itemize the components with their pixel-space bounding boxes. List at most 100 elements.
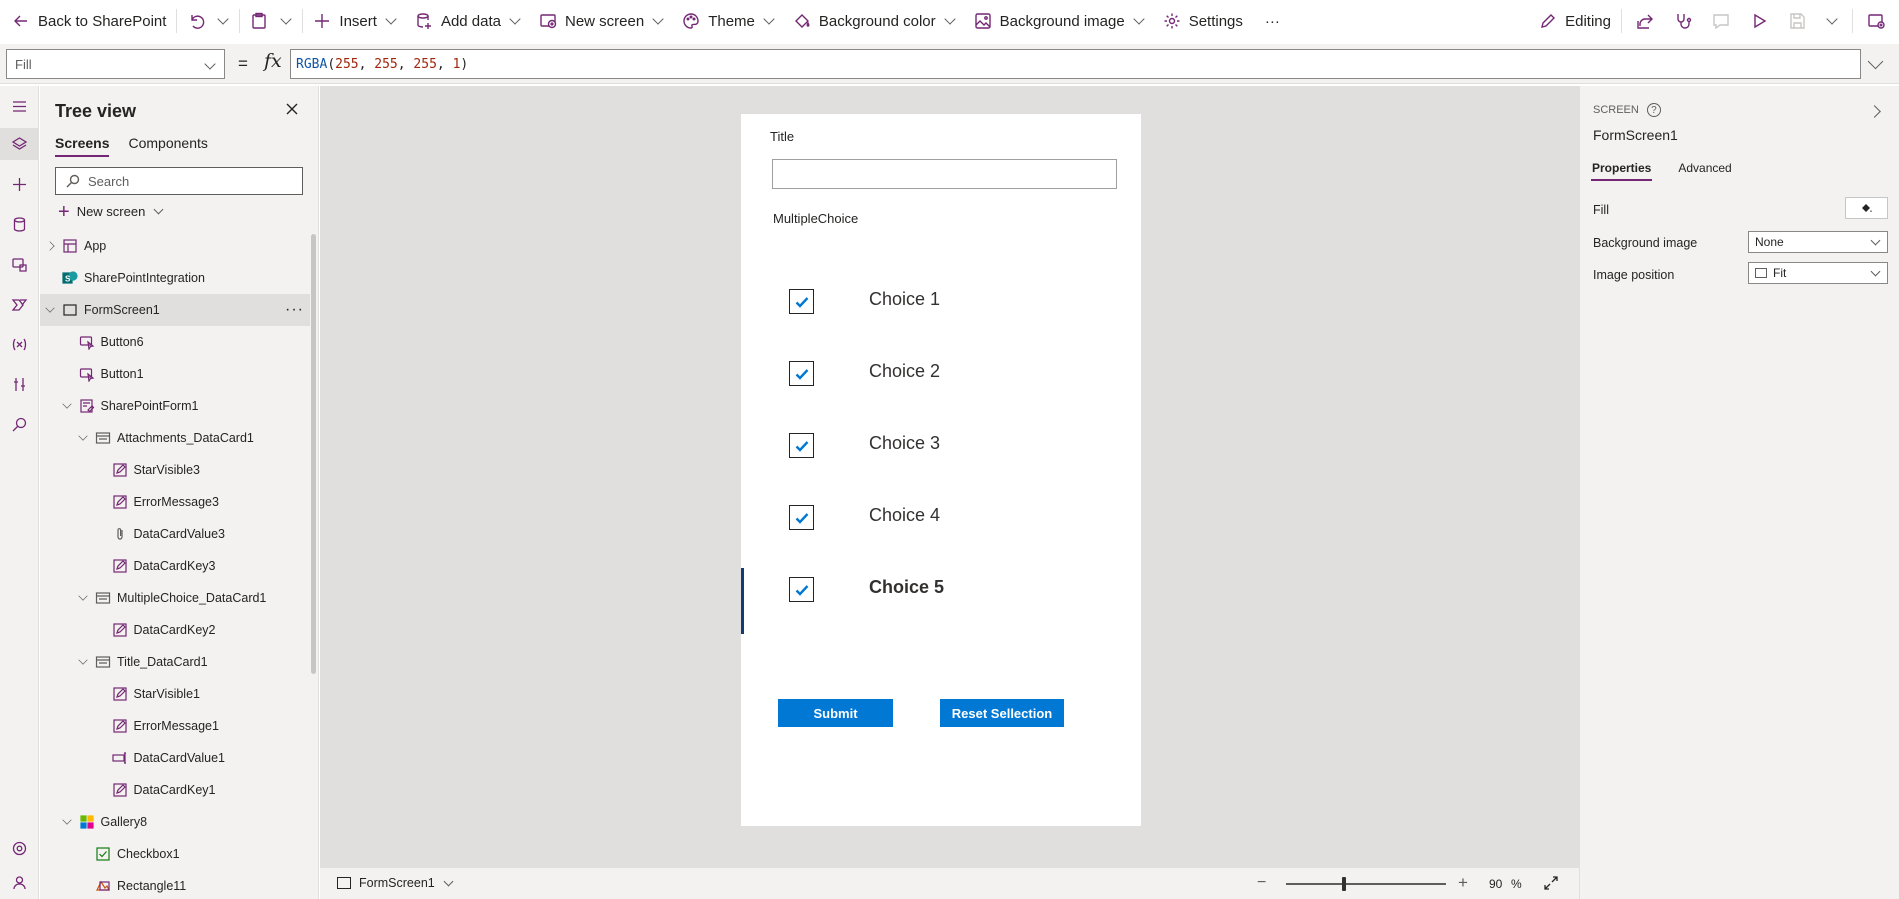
new-screen-menu[interactable]: New screen [533, 0, 676, 42]
search-rail-button[interactable] [0, 408, 39, 440]
collapse-pane-icon[interactable] [1868, 105, 1881, 118]
tab-properties[interactable]: Properties [1591, 161, 1653, 181]
tab-screens[interactable]: Screens [55, 135, 110, 157]
more-commands-button[interactable]: ··· [1259, 0, 1286, 42]
tree-view-button[interactable] [0, 128, 39, 160]
tree-node[interactable]: MultipleChoice_DataCard1 [40, 582, 310, 614]
settings-rail-button[interactable] [0, 832, 39, 864]
comments-button[interactable] [1702, 0, 1740, 42]
virtual-agent-rail-button[interactable] [0, 866, 39, 898]
tree-scrollbar[interactable] [311, 234, 316, 674]
zoom-out-button[interactable]: − [1257, 874, 1266, 892]
chevron-down-icon[interactable] [78, 655, 88, 665]
insert-menu[interactable]: Insert [307, 0, 409, 42]
tree-node[interactable]: Button1 [40, 358, 310, 390]
tree-node[interactable]: DataCardValue1 [40, 742, 310, 774]
choice-checkbox[interactable] [789, 577, 814, 602]
submit-button[interactable]: Submit [778, 699, 893, 727]
advanced-tools-rail-button[interactable] [0, 368, 39, 400]
chevron-down-icon[interactable] [61, 399, 72, 409]
zoom-slider[interactable] [1286, 877, 1446, 891]
editing-mode-button[interactable]: Editing [1533, 0, 1617, 42]
undo-dropdown-button[interactable] [211, 0, 235, 42]
tree-node[interactable]: ErrorMessage1 [40, 710, 310, 742]
expand-formula-icon[interactable] [1867, 53, 1884, 70]
zoom-slider-thumb[interactable] [1342, 877, 1346, 891]
selection-indicator [741, 568, 744, 634]
tree-node[interactable]: Rectangle11 [40, 870, 310, 899]
zoom-in-button[interactable]: + [1458, 873, 1468, 893]
tree-node[interactable]: DataCardKey3 [40, 550, 310, 582]
tree-new-screen-button[interactable]: + New screen [58, 202, 164, 222]
preview-button[interactable] [1740, 0, 1778, 42]
fill-color-picker[interactable] [1845, 197, 1888, 219]
choice-item[interactable]: Choice 1 [741, 272, 1141, 332]
property-dropdown[interactable]: Fill [6, 49, 225, 79]
tree-node[interactable]: Attachments_DataCard1 [40, 422, 310, 454]
tree-node[interactable]: DataCardKey2 [40, 614, 310, 646]
tree-node[interactable]: Title_DataCard1 [40, 646, 310, 678]
tree-node[interactable]: Checkbox1 [40, 838, 310, 870]
tree-node[interactable]: DataCardKey1 [40, 774, 310, 806]
chevron-right-icon[interactable] [45, 241, 55, 251]
tree-node[interactable]: SharePointForm1 [40, 390, 310, 422]
tab-advanced[interactable]: Advanced [1677, 161, 1732, 181]
tree-node[interactable]: Button6 [40, 326, 310, 358]
add-data-menu[interactable]: Add data [409, 0, 533, 42]
fit-to-window-icon[interactable] [1543, 875, 1559, 891]
save-dropdown-button[interactable] [1816, 0, 1848, 42]
paste-button[interactable] [244, 0, 274, 42]
datacard-icon [95, 430, 111, 446]
share-button[interactable] [1626, 0, 1664, 42]
choice-checkbox[interactable] [789, 361, 814, 386]
insert-rail-button[interactable] [0, 168, 39, 200]
app-checker-button[interactable] [1664, 0, 1702, 42]
choice-checkbox[interactable] [789, 289, 814, 314]
chevron-down-icon[interactable] [61, 815, 72, 825]
theme-menu[interactable]: Theme [676, 0, 787, 42]
paste-dropdown-button[interactable] [274, 0, 298, 42]
tree-node[interactable]: App [40, 230, 310, 262]
help-icon[interactable]: ? [1646, 103, 1661, 117]
menu-button[interactable] [0, 90, 39, 122]
tree-node-label: Button6 [100, 335, 144, 349]
choice-item[interactable]: Choice 3 [741, 416, 1141, 476]
settings-button[interactable]: Settings [1157, 0, 1249, 42]
image-position-dropdown[interactable]: Fit [1748, 262, 1888, 284]
tree-node[interactable]: StarVisible1 [40, 678, 310, 710]
choice-item[interactable]: Choice 2 [741, 344, 1141, 404]
power-automate-rail-button[interactable] [0, 288, 39, 320]
back-to-sharepoint-button[interactable]: Back to SharePoint [6, 0, 172, 42]
tree-node[interactable]: S SharePointIntegration [40, 262, 310, 294]
formula-input[interactable]: RGBA(255, 255, 255, 1) [290, 49, 1861, 79]
choice-checkbox[interactable] [789, 505, 814, 530]
app-screen[interactable]: Title MultipleChoice Choice 1 Choice 2 Cho… [741, 114, 1141, 826]
tree-node[interactable]: DataCardValue3 [40, 518, 310, 550]
media-rail-button[interactable] [0, 248, 39, 280]
publish-button[interactable] [1857, 0, 1899, 42]
title-input[interactable] [772, 159, 1117, 189]
tree-node[interactable]: FormScreen1 ··· [40, 294, 310, 326]
chevron-down-icon[interactable] [78, 591, 88, 601]
background-color-menu[interactable]: Background color [787, 0, 968, 42]
tree-search-input[interactable]: Search [55, 167, 303, 195]
reset-selection-button[interactable]: Reset Sellection [940, 699, 1064, 727]
screen-picker-dropdown[interactable]: FormScreen1 [337, 876, 454, 890]
choice-item[interactable]: Choice 4 [741, 488, 1141, 548]
more-options-icon[interactable]: ··· [285, 301, 304, 319]
close-icon[interactable] [285, 102, 299, 116]
variables-rail-button[interactable] [0, 328, 39, 360]
tab-components[interactable]: Components [128, 135, 207, 157]
tree-node[interactable]: StarVisible3 [40, 454, 310, 486]
save-button[interactable] [1778, 0, 1816, 42]
tree-node[interactable]: Gallery8 [40, 806, 310, 838]
background-image-menu[interactable]: Background image [968, 0, 1157, 42]
chevron-down-icon[interactable] [78, 431, 88, 441]
tree-node[interactable]: ErrorMessage3 [40, 486, 310, 518]
undo-button[interactable] [181, 0, 211, 42]
chevron-down-icon[interactable] [45, 303, 55, 313]
data-rail-button[interactable] [0, 208, 39, 240]
choice-item[interactable]: Choice 5 [741, 560, 1141, 620]
choice-checkbox[interactable] [789, 433, 814, 458]
background-image-dropdown[interactable]: None [1748, 231, 1888, 253]
